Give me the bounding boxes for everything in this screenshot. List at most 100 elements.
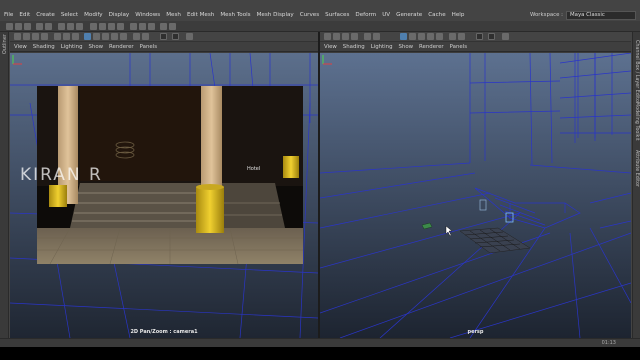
outliner-tab[interactable]: Outliner xyxy=(0,32,9,347)
resolution-gate-icon[interactable] xyxy=(72,33,79,40)
panel-menu-view[interactable]: View xyxy=(324,44,337,50)
menu-select[interactable]: Select xyxy=(61,12,78,18)
camera-attributes-icon[interactable] xyxy=(333,33,340,40)
image-plane-icon[interactable] xyxy=(351,33,358,40)
modeling-toolkit-tab[interactable]: Modeling Toolkit xyxy=(634,102,639,141)
new-scene-icon[interactable] xyxy=(6,23,13,30)
panel-menu-panels[interactable]: Panels xyxy=(140,44,157,50)
panel-menu-show[interactable]: Show xyxy=(89,44,104,50)
panel-menu-lighting[interactable]: Lighting xyxy=(61,44,83,50)
snap-grid-icon[interactable] xyxy=(90,23,97,30)
lights-icon[interactable] xyxy=(111,33,118,40)
snap-curve-icon[interactable] xyxy=(99,23,106,30)
film-gate-icon[interactable] xyxy=(373,33,380,40)
snap-view-icon[interactable] xyxy=(117,23,124,30)
redo-icon[interactable] xyxy=(45,23,52,30)
panel-menu-show[interactable]: Show xyxy=(399,44,414,50)
menu-edit[interactable]: Edit xyxy=(19,12,30,18)
shadows-icon[interactable] xyxy=(120,33,127,40)
gamma-field-icon[interactable] xyxy=(476,33,483,40)
menu-modify[interactable]: Modify xyxy=(84,12,103,18)
isolate-select-icon[interactable] xyxy=(458,33,465,40)
outliner-label: Outliner xyxy=(2,34,8,55)
panel-menu-shading[interactable]: Shading xyxy=(343,44,365,50)
menu-file[interactable]: File xyxy=(4,12,13,18)
lights-icon[interactable] xyxy=(427,33,434,40)
menu-curves[interactable]: Curves xyxy=(300,12,319,18)
xray-icon[interactable] xyxy=(449,33,456,40)
shadows-icon[interactable] xyxy=(436,33,443,40)
bottom-counter: 01:13 xyxy=(601,340,616,346)
perspective-viewport[interactable]: persp xyxy=(320,53,631,338)
menu-display[interactable]: Display xyxy=(109,12,130,18)
menu-edit-mesh[interactable]: Edit Mesh xyxy=(187,12,214,18)
xray-icon[interactable] xyxy=(133,33,140,40)
wireframe-icon[interactable] xyxy=(400,33,407,40)
grid-toggle-icon[interactable] xyxy=(54,33,61,40)
watermark-text: KIRAN R xyxy=(20,165,103,185)
right-panel-menu: View Shading Lighting Show Renderer Pane… xyxy=(320,42,631,52)
render-settings-icon[interactable] xyxy=(148,23,155,30)
axis-gizmo-icon xyxy=(12,55,22,65)
panel-menu-lighting[interactable]: Lighting xyxy=(371,44,393,50)
right-dock-tabs: Channel Box / Layer Editor Modeling Tool… xyxy=(632,32,640,347)
right-panel-toolbar xyxy=(320,32,631,42)
panel-menu-renderer[interactable]: Renderer xyxy=(419,44,444,50)
bookmark-icon[interactable] xyxy=(32,33,39,40)
menu-mesh-display[interactable]: Mesh Display xyxy=(257,12,294,18)
menu-deform[interactable]: Deform xyxy=(355,12,376,18)
color-management-icon[interactable] xyxy=(502,33,509,40)
menu-uv[interactable]: UV xyxy=(382,12,390,18)
menu-mesh-tools[interactable]: Mesh Tools xyxy=(220,12,250,18)
ipr-render-icon[interactable] xyxy=(139,23,146,30)
panel-menu-view[interactable]: View xyxy=(14,44,27,50)
smooth-shade-icon[interactable] xyxy=(93,33,100,40)
image-plane-icon[interactable] xyxy=(41,33,48,40)
smooth-shade-icon[interactable] xyxy=(409,33,416,40)
left-viewport[interactable]: Hotel 2D Pan/Zoom : camera1 xyxy=(10,53,318,338)
menu-help[interactable]: Help xyxy=(452,12,465,18)
select-camera-icon[interactable] xyxy=(324,33,331,40)
right-camera-label: persp xyxy=(467,329,484,335)
save-scene-icon[interactable] xyxy=(24,23,31,30)
textured-icon[interactable] xyxy=(418,33,425,40)
channel-box-tab[interactable]: Channel Box / Layer Editor xyxy=(634,40,639,104)
workspace-selector: Workspace : Maya Classic xyxy=(530,10,636,20)
textured-icon[interactable] xyxy=(102,33,109,40)
snap-point-icon[interactable] xyxy=(108,23,115,30)
status-line xyxy=(0,21,640,32)
gamma-field-icon[interactable] xyxy=(160,33,167,40)
panel-menu-renderer[interactable]: Renderer xyxy=(109,44,134,50)
hypershade-icon[interactable] xyxy=(160,23,167,30)
isolate-select-icon[interactable] xyxy=(142,33,149,40)
select-tool-icon[interactable] xyxy=(58,23,65,30)
menu-mesh[interactable]: Mesh xyxy=(166,12,181,18)
undo-icon[interactable] xyxy=(36,23,43,30)
menu-create[interactable]: Create xyxy=(36,12,55,18)
panel-menu-shading[interactable]: Shading xyxy=(33,44,55,50)
grid-toggle-icon[interactable] xyxy=(364,33,371,40)
bookmark-icon[interactable] xyxy=(342,33,349,40)
wireframe-icon[interactable] xyxy=(84,33,91,40)
exposure-field-icon[interactable] xyxy=(488,33,495,40)
lasso-tool-icon[interactable] xyxy=(67,23,74,30)
select-camera-icon[interactable] xyxy=(14,33,21,40)
exposure-field-icon[interactable] xyxy=(172,33,179,40)
left-viewport-panel: View Shading Lighting Show Renderer Pane… xyxy=(10,32,318,338)
open-scene-icon[interactable] xyxy=(15,23,22,30)
menu-generate[interactable]: Generate xyxy=(396,12,422,18)
paint-select-icon[interactable] xyxy=(76,23,83,30)
render-icon[interactable] xyxy=(130,23,137,30)
color-management-icon[interactable] xyxy=(186,33,193,40)
attribute-editor-tab[interactable]: Attribute Editor xyxy=(634,150,639,187)
camera-attributes-icon[interactable] xyxy=(23,33,30,40)
menu-windows[interactable]: Windows xyxy=(135,12,160,18)
time-slider-bar: 01:13 xyxy=(0,338,640,347)
workspace-dropdown[interactable]: Maya Classic xyxy=(566,10,636,20)
maya-window: File Edit Create Select Modify Display W… xyxy=(0,0,640,347)
menu-surfaces[interactable]: Surfaces xyxy=(325,12,349,18)
menu-cache[interactable]: Cache xyxy=(428,12,445,18)
panel-menu-panels[interactable]: Panels xyxy=(450,44,467,50)
render-view-icon[interactable] xyxy=(169,23,176,30)
film-gate-icon[interactable] xyxy=(63,33,70,40)
